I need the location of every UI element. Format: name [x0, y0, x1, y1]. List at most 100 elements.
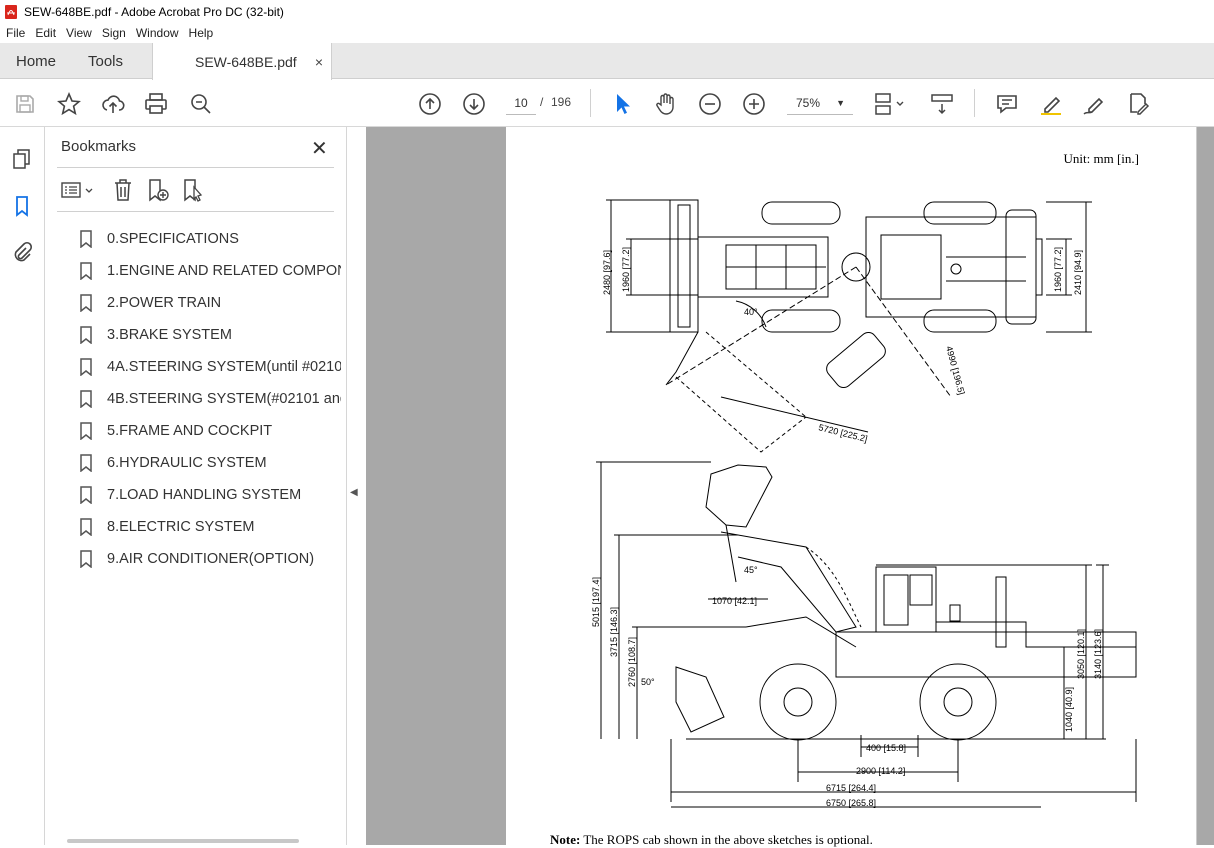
comment-icon[interactable]	[994, 91, 1020, 117]
bookmark-icon	[80, 422, 92, 440]
new-bookmark-icon[interactable]	[146, 178, 170, 202]
zoom-in-icon[interactable]	[741, 91, 767, 117]
bookmark-label: 2.POWER TRAIN	[107, 295, 222, 311]
bookmark-item[interactable]: 7.LOAD HANDLING SYSTEM	[75, 479, 341, 511]
upload-cloud-icon[interactable]	[100, 91, 126, 117]
document-viewer[interactable]: Unit: mm [in.] 2480 [97.6] 1960 [77.2] 1…	[366, 127, 1214, 848]
dim-label: 3715 [146.3]	[609, 607, 619, 657]
horizontal-scrollbar[interactable]	[67, 839, 299, 843]
menu-window[interactable]: Window	[130, 26, 183, 40]
toolbar-divider	[590, 89, 591, 117]
dim-label: 45°	[744, 565, 758, 575]
dim-label: 3140 [123.6]	[1093, 629, 1103, 679]
menu-sign[interactable]: Sign	[96, 26, 130, 40]
page-total: 196	[551, 95, 572, 109]
dim-label: 1070 [42.1]	[712, 596, 757, 606]
bookmarks-icon[interactable]	[10, 194, 34, 218]
title-bar: SEW-648BE.pdf - Adobe Acrobat Pro DC (32…	[0, 0, 1214, 23]
highlight-pen-icon[interactable]	[1038, 91, 1064, 117]
menu-help[interactable]: Help	[183, 26, 218, 40]
print-icon[interactable]	[143, 91, 169, 117]
bookmark-icon	[80, 326, 92, 344]
select-pointer-icon[interactable]	[609, 91, 635, 117]
bookmark-label: 4A.STEERING SYSTEM(until #02100)	[107, 359, 341, 375]
bookmark-icon	[80, 518, 92, 536]
next-page-icon[interactable]	[461, 91, 487, 117]
bookmark-icon	[80, 550, 92, 568]
previous-page-icon[interactable]	[417, 91, 443, 117]
menu-bar: File Edit View Sign Window Help	[0, 23, 1214, 43]
options-menu-icon[interactable]	[61, 180, 95, 200]
bookmark-label: 7.LOAD HANDLING SYSTEM	[107, 487, 302, 503]
dim-label: 4990 [196.5]	[944, 345, 967, 396]
dim-label: 5720 [225.2]	[818, 422, 869, 444]
tab-close-icon[interactable]: ×	[315, 54, 323, 70]
bookmark-tools	[59, 177, 339, 203]
bookmark-item[interactable]: 2.POWER TRAIN	[75, 287, 341, 319]
dim-label: 400 [15.8]	[866, 743, 906, 753]
bookmark-label: 6.HYDRAULIC SYSTEM	[107, 455, 267, 471]
dim-label: 2410 [94.9]	[1073, 250, 1083, 295]
zoom-value: 75%	[796, 96, 821, 110]
tab-bar: Home Tools SEW-648BE.pdf ×	[0, 43, 1214, 80]
draw-sign-icon[interactable]	[1081, 91, 1107, 117]
bookmark-item[interactable]: 1.ENGINE AND RELATED COMPONENTS	[75, 255, 341, 287]
tab-tools[interactable]: Tools	[88, 43, 123, 79]
hand-tool-icon[interactable]	[653, 91, 679, 117]
dim-label: 6750 [265.8]	[826, 798, 876, 808]
dim-label: 1960 [77.2]	[621, 247, 631, 292]
bookmarks-panel: Bookmarks ✕ 0.SPECIFICATIONS 1.ENGINE AN…	[45, 127, 347, 845]
wheel-loader-drawing: 2480 [97.6] 1960 [77.2] 1960 [77.2] 2410…	[591, 199, 1137, 808]
bookmark-list: 0.SPECIFICATIONS 1.ENGINE AND RELATED CO…	[75, 223, 341, 575]
dim-label: 1960 [77.2]	[1053, 247, 1063, 292]
bookmark-label: 4B.STEERING SYSTEM(#02101 and after)	[107, 391, 341, 407]
page-thumbnails-icon[interactable]	[10, 147, 34, 171]
delete-icon[interactable]	[112, 178, 134, 202]
bookmark-icon	[80, 486, 92, 504]
page-number-input[interactable]: 10	[506, 91, 536, 115]
scroll-mode-icon[interactable]	[929, 91, 955, 117]
bookmark-item[interactable]: 6.HYDRAULIC SYSTEM	[75, 447, 341, 479]
bookmark-item[interactable]: 0.SPECIFICATIONS	[75, 223, 341, 255]
close-icon[interactable]: ✕	[311, 136, 328, 161]
bookmark-search-icon[interactable]	[181, 178, 205, 202]
menu-view[interactable]: View	[60, 26, 96, 40]
bookmark-icon	[80, 358, 92, 376]
dim-label: 3050 [120.1]	[1076, 629, 1086, 679]
bookmark-item[interactable]: 5.FRAME AND COCKPIT	[75, 415, 341, 447]
left-navigation-rail	[0, 127, 45, 845]
zoom-search-icon[interactable]	[188, 91, 214, 117]
star-icon[interactable]	[56, 91, 82, 117]
menu-edit[interactable]: Edit	[29, 26, 60, 40]
toolbar-divider	[974, 89, 975, 117]
edit-pdf-icon[interactable]	[1125, 91, 1151, 117]
bookmark-item[interactable]: 3.BRAKE SYSTEM	[75, 319, 341, 351]
tab-document[interactable]: SEW-648BE.pdf ×	[152, 43, 332, 80]
bookmark-item[interactable]: 4B.STEERING SYSTEM(#02101 and after)	[75, 383, 341, 415]
zoom-select[interactable]: 75% ▼	[787, 91, 853, 115]
save-icon[interactable]	[12, 91, 38, 117]
note-text: Note: The ROPS cab shown in the above sk…	[550, 832, 873, 848]
bookmark-label: 3.BRAKE SYSTEM	[107, 327, 232, 343]
zoom-out-icon[interactable]	[697, 91, 723, 117]
bookmark-label: 0.SPECIFICATIONS	[107, 231, 239, 247]
panel-divider	[57, 211, 334, 212]
menu-file[interactable]: File	[0, 26, 29, 40]
attachments-icon[interactable]	[10, 241, 34, 265]
bookmarks-title: Bookmarks	[61, 138, 137, 155]
page-display-icon[interactable]	[873, 91, 907, 117]
bookmark-item[interactable]: 8.ELECTRIC SYSTEM	[75, 511, 341, 543]
pdf-page: Unit: mm [in.] 2480 [97.6] 1960 [77.2] 1…	[506, 127, 1196, 848]
bookmark-label: 1.ENGINE AND RELATED COMPONENTS	[107, 263, 341, 279]
dim-label: 2760 [108.7]	[627, 637, 637, 687]
bookmark-item[interactable]: 9.AIR CONDITIONER(OPTION)	[75, 543, 341, 575]
collapse-panel-icon[interactable]: ◀	[350, 487, 358, 498]
dim-label: 50°	[641, 677, 655, 687]
page-separator: /	[540, 95, 544, 109]
bookmark-label: 9.AIR CONDITIONER(OPTION)	[107, 551, 315, 567]
tab-document-label: SEW-648BE.pdf	[195, 53, 297, 70]
bookmark-label: 5.FRAME AND COCKPIT	[107, 423, 273, 439]
main-toolbar	[0, 80, 1214, 127]
tab-home[interactable]: Home	[16, 43, 56, 79]
bookmark-item[interactable]: 4A.STEERING SYSTEM(until #02100)	[75, 351, 341, 383]
